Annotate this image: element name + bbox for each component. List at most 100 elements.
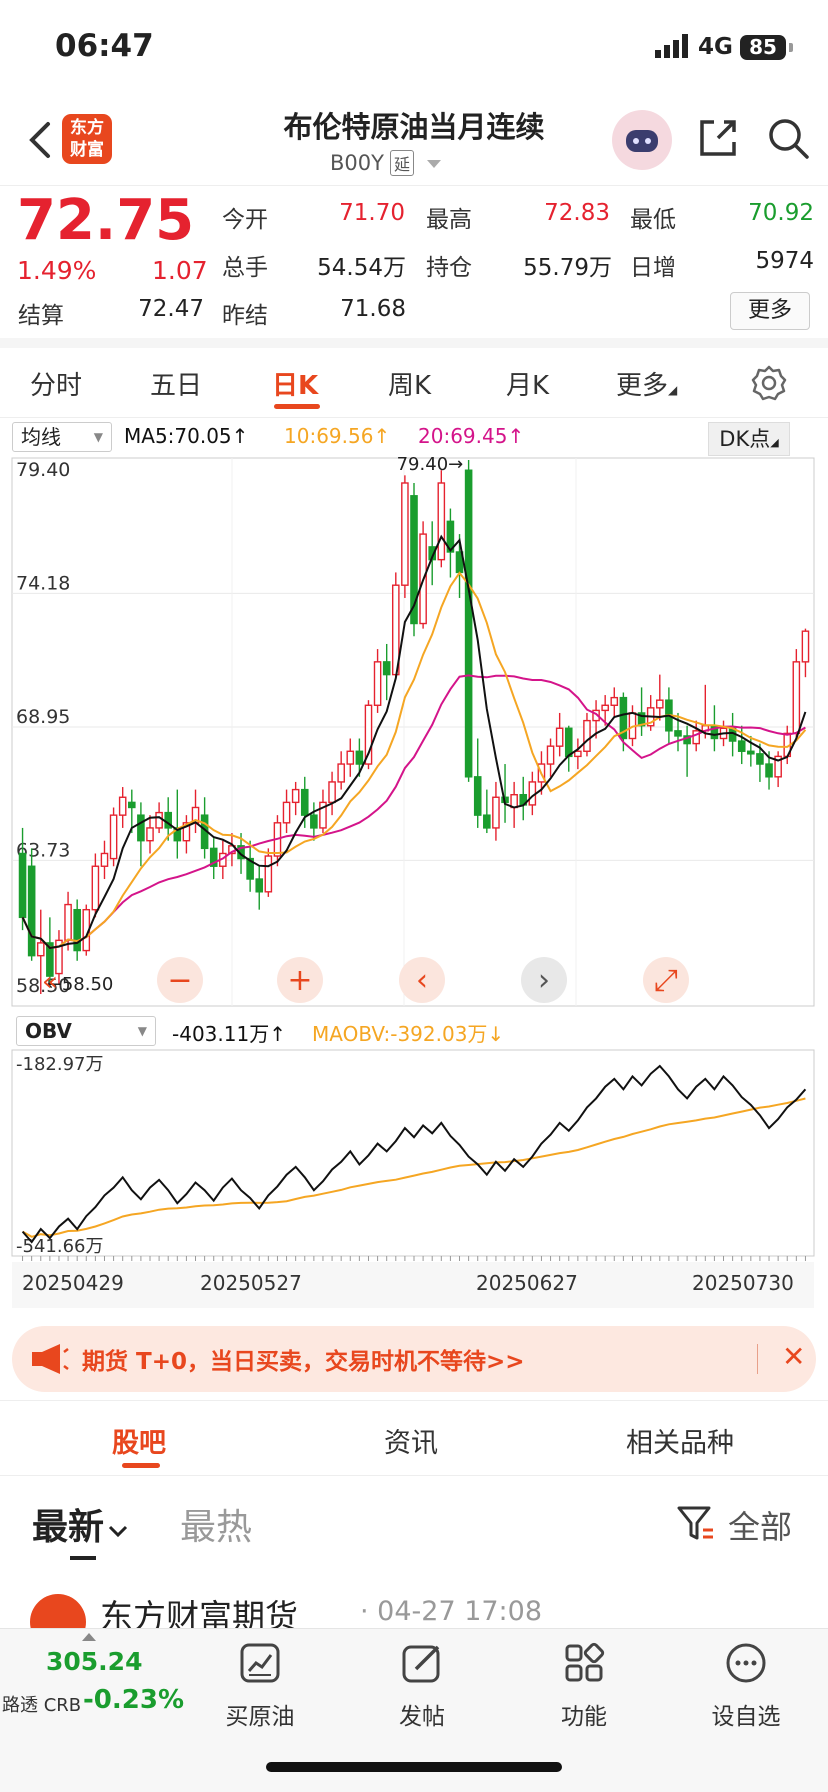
tab-daily-k[interactable]: 日K	[272, 365, 318, 402]
tab-news[interactable]: 资讯	[384, 1421, 438, 1460]
section-tab-underline	[122, 1463, 160, 1468]
tab-more[interactable]: 更多◢	[616, 365, 677, 402]
high-value: 72.83	[544, 200, 610, 226]
candle-up	[328, 781, 336, 804]
zoom-in-button[interactable]: +	[277, 957, 323, 1003]
post-item[interactable]: 东方财富期货 · 04-27 17:08	[30, 1588, 810, 1628]
dk-point-button[interactable]: DK点◢	[708, 422, 790, 456]
more-quote-button[interactable]: 更多	[730, 292, 810, 330]
candle-down	[310, 814, 318, 829]
maobv-legend: MAOBV:-392.03万↓	[312, 1022, 505, 1046]
avatar[interactable]	[30, 1594, 86, 1628]
chevron-down-icon	[108, 1525, 128, 1538]
status-bar: 06:47 4G 85	[0, 0, 828, 96]
sort-latest[interactable]: 最新	[32, 1498, 128, 1550]
tab-monthly-k[interactable]: 月K	[506, 365, 549, 402]
buy-crude-button[interactable]: 买原油	[210, 1641, 310, 1731]
buy-crude-label: 买原油	[225, 1704, 295, 1730]
zoom-out-button[interactable]: −	[157, 957, 203, 1003]
x-axis-date-label: 20250429	[22, 1271, 124, 1295]
open-interest-value: 55.79万	[523, 255, 612, 281]
triangle-icon: ◢	[770, 436, 779, 449]
daily-increase-value: 5974	[755, 248, 814, 274]
candle-up	[282, 801, 291, 824]
dk-point-label: DK点	[719, 427, 771, 451]
volume-label: 总手	[222, 255, 268, 281]
obv-y-tick-label: -182.97万	[16, 1054, 103, 1075]
functions-button[interactable]: 功能	[534, 1641, 634, 1731]
tab-five-day[interactable]: 五日	[150, 365, 202, 402]
tab-weekly-k[interactable]: 周K	[388, 365, 431, 402]
prev-settle-label: 昨结	[222, 303, 268, 329]
scroll-right-button[interactable]: ›	[521, 957, 567, 1003]
scroll-start-icon[interactable]: «	[42, 967, 58, 997]
post-button[interactable]: 发帖	[372, 1641, 472, 1731]
low-value: 70.92	[748, 200, 814, 226]
last-price: 72.75	[17, 188, 195, 253]
tab-intraday[interactable]: 分时	[30, 365, 82, 402]
post-author[interactable]: 东方财富期货	[100, 1590, 298, 1628]
x-axis-date-label: 20250627	[476, 1271, 578, 1295]
obv-chart[interactable]: -182.97万-541.66万20250429 20250527 20250627…	[0, 1048, 828, 1312]
app-logo: 东方 财富	[62, 114, 112, 164]
candle-up	[792, 661, 801, 735]
candle-up	[510, 794, 518, 809]
caret-up-icon	[82, 1633, 96, 1641]
promo-banner[interactable]: 期货 T+0，当日买卖，交易时机不等待>> ✕	[12, 1326, 816, 1392]
candle-down	[73, 908, 81, 952]
period-tabs: 分时 五日 日K 周K 月K 更多◢	[0, 348, 828, 418]
add-watchlist-button[interactable]: 设自选	[696, 1641, 796, 1731]
quote-panel: 72.75 1.49% 1.07 今开 71.70 最高 72.83 最低 70…	[0, 186, 828, 348]
candle-up	[401, 482, 409, 586]
tab-related[interactable]: 相关品种	[626, 1421, 734, 1460]
logo-line1: 东方	[70, 118, 104, 138]
candle-up	[574, 750, 582, 758]
sort-hottest[interactable]: 最热	[180, 1498, 252, 1550]
chevron-down-icon	[426, 160, 441, 168]
candle-up	[146, 827, 154, 842]
candle-up	[801, 630, 810, 663]
candle-down	[765, 763, 773, 778]
tab-underline	[274, 404, 320, 409]
obv-plot-frame	[11, 1049, 815, 1257]
banner-separator	[757, 1344, 758, 1374]
settings-gear-icon[interactable]	[750, 364, 788, 402]
sort-latest-label: 最新	[32, 1507, 105, 1548]
candle-up	[373, 661, 382, 706]
banner-text: 期货 T+0，当日买卖，交易时机不等待>>	[82, 1349, 525, 1375]
share-icon[interactable]	[696, 116, 740, 160]
close-icon[interactable]: ✕	[782, 1340, 805, 1373]
volume-value: 54.54万	[317, 255, 406, 281]
candle-up	[601, 704, 609, 712]
search-icon[interactable]	[766, 116, 810, 160]
candle-up	[655, 699, 664, 709]
settle-label: 结算	[18, 303, 64, 329]
contract-code-text: B00Y	[330, 151, 384, 175]
tab-forum[interactable]: 股吧	[112, 1421, 166, 1460]
open-interest-label: 持仓	[426, 255, 472, 281]
ma-indicator-select[interactable]: 均线 ▼	[12, 422, 112, 452]
chevron-down-icon: ▼	[137, 1024, 147, 1038]
fullscreen-button[interactable]: ⤢	[643, 957, 689, 1003]
post-label: 发帖	[399, 1704, 445, 1730]
kline-chart[interactable]: 79.4074.1868.9563.7358.5079.40→←58.50− + ‹…	[0, 456, 828, 1012]
assistant-robot-icon[interactable]	[612, 110, 672, 170]
filter-icon[interactable]	[676, 1504, 716, 1544]
candle-up	[109, 814, 118, 860]
max-price-annotation: 79.40→	[397, 456, 464, 475]
daily-increase-label: 日增	[630, 255, 676, 281]
fullscreen-button-glyph: ⤢	[654, 963, 678, 998]
candle-up	[492, 796, 500, 829]
back-icon[interactable]	[22, 118, 58, 162]
candle-down	[300, 788, 309, 816]
filter-all[interactable]: 全部	[728, 1502, 792, 1548]
obv-indicator-select[interactable]: OBV ▼	[16, 1016, 156, 1046]
ma20-legend: 20:69.45↑	[418, 424, 525, 448]
scroll-left-button[interactable]: ‹	[399, 957, 445, 1003]
settle-value: 72.47	[138, 296, 204, 322]
candle-up	[437, 482, 446, 561]
network-label: 4G	[698, 34, 733, 60]
candle-up	[346, 750, 355, 765]
ma10-legend: 10:69.56↑	[284, 424, 391, 448]
contract-code[interactable]: B00Y 延	[330, 150, 441, 176]
